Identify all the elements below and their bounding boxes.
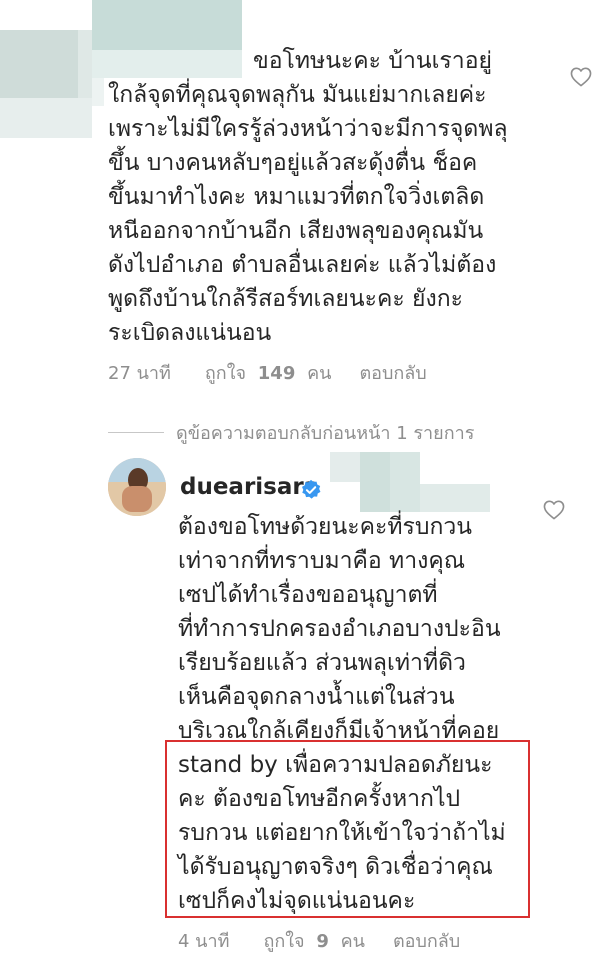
likes-label: ถูกใจ: [263, 931, 305, 952]
redacted-reply-blur: [420, 484, 490, 512]
comment-line: ดังไปอำเภอ ตำบลอื่นเลยค่ะ แล้วไม่ต้อง: [108, 252, 497, 278]
reply-time: 4 นาที: [178, 931, 230, 952]
likes-count: 9: [316, 931, 329, 952]
reply-button[interactable]: ตอบกลับ: [393, 926, 460, 955]
heart-outline-icon[interactable]: [543, 500, 565, 520]
heart-outline-icon[interactable]: [570, 67, 592, 87]
verified-badge-icon: [300, 479, 322, 501]
likes-unit: คน: [340, 931, 365, 952]
avatar[interactable]: [108, 458, 166, 516]
reply-button[interactable]: ตอบกลับ: [359, 358, 426, 387]
comment-time: 27 นาที: [108, 363, 171, 384]
view-replies-label: ดูข้อความตอบกลับก่อนหน้า 1 รายการ: [176, 423, 475, 444]
comment-line: หนีออกจากบ้านอีก เสียงพลุของคุณมัน: [108, 218, 484, 244]
reply-line: เห็นคือจุดกลางน้ำแต่ในส่วน: [178, 684, 455, 710]
comment-text: ขอโทษนะคะ บ้านเราอยู่ ใกล้จุดที่คุณจุดพล…: [108, 44, 548, 350]
redacted-username-blur: [92, 0, 242, 50]
highlight-box: [165, 740, 530, 918]
comment-meta: 27 นาที ถูกใจ 149 คน ตอบกลับ: [108, 358, 427, 387]
reply-username[interactable]: duearisara: [180, 474, 319, 500]
comment-line: ขอโทษนะคะ บ้านเราอยู่: [253, 48, 492, 74]
likes-unit: คน: [307, 363, 332, 384]
comments-screen: ขอโทษนะคะ บ้านเราอยู่ ใกล้จุดที่คุณจุดพล…: [0, 0, 600, 967]
comment-line: ขึ้น บางคนหลับๆอยู่แล้วสะดุ้งตื่น ช็อค: [108, 150, 478, 176]
comment-line: พูดถึงบ้านใกล้รีสอร์ทเลยนะคะ ยังกะ: [108, 286, 464, 312]
comment-line: ใกล้จุดที่คุณจุดพลุกัน มันแย่มากเลยค่ะ: [108, 82, 487, 108]
reply-meta: 4 นาที ถูกใจ 9 คน ตอบกลับ: [178, 926, 460, 955]
redacted-username-blur: [92, 78, 104, 106]
reply-line: เท่าจากที่ทราบมาคือ ทางคุณ: [178, 548, 466, 574]
likes-label: ถูกใจ: [204, 363, 247, 384]
comment-line: ขึ้นมาทำไงคะ หมาแมวที่ตกใจวิ่งเตลิด: [108, 184, 485, 210]
redacted-reply-blur: [330, 452, 360, 482]
redacted-reply-blur: [390, 452, 420, 512]
likes-link[interactable]: ถูกใจ 9 คน: [263, 926, 365, 955]
likes-link[interactable]: ถูกใจ 149 คน: [205, 358, 332, 387]
replies-divider: [108, 432, 164, 433]
redacted-avatar-blur: [78, 30, 92, 98]
likes-count: 149: [257, 363, 296, 384]
reply-line: เซปได้ทำเรื่องขออนุญาตที่: [178, 582, 438, 608]
reply-line: ที่ทำการปกครองอำเภอบางปะอิน: [178, 616, 501, 642]
redacted-avatar-blur: [0, 30, 78, 98]
comment-line: เพราะไม่มีใครรู้ล่วงหน้าว่าจะมีการจุดพลุ: [108, 116, 508, 142]
reply-line: เรียบร้อยแล้ว ส่วนพลุเท่าที่ดิว: [178, 650, 466, 676]
comment-line: ระเบิดลงแน่นอน: [108, 320, 272, 346]
reply-line: ต้องขอโทษด้วยนะคะที่รบกวน: [178, 514, 473, 540]
view-previous-replies[interactable]: ดูข้อความตอบกลับก่อนหน้า 1 รายการ: [108, 418, 474, 447]
redacted-avatar-blur: [0, 98, 92, 138]
redacted-reply-blur: [360, 452, 390, 512]
